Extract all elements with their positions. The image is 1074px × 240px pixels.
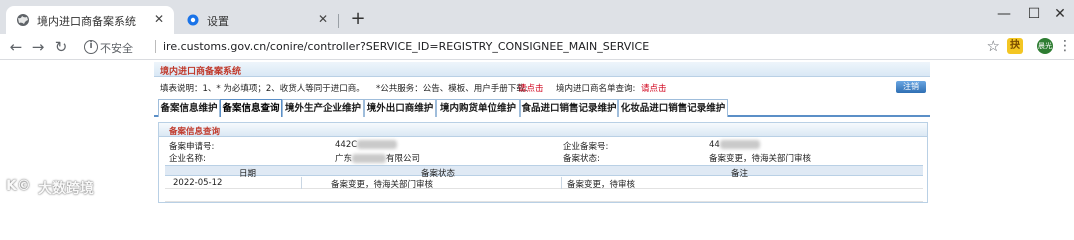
tab-overseas-manufacturer[interactable]: 境外生产企业维护	[282, 99, 364, 117]
notice-bar: 填表说明：1、* 为必填项；2、收货人等同于进口商。 *公共服务：公告、模板、用…	[154, 78, 930, 96]
redacted-block	[352, 154, 387, 163]
browser-tab-settings[interactable]: 设置 ✕	[176, 6, 338, 34]
status-label: 备案状态:	[563, 154, 600, 164]
browser-toolbar: ← → ↻ i 不安全 ire.customs.gov.cn/conire/co…	[0, 34, 1074, 60]
minimize-button[interactable]: —	[990, 4, 1018, 24]
forward-button[interactable]: →	[28, 37, 48, 57]
tab-overseas-exporter[interactable]: 境外出口商维护	[364, 99, 436, 117]
tab-divider	[338, 14, 339, 28]
logout-button[interactable]: 注销	[896, 81, 926, 93]
redacted-block	[719, 140, 760, 149]
notice-instructions: 填表说明：1、* 为必填项；2、收货人等同于进口商。	[160, 84, 365, 94]
security-status[interactable]: 不安全	[100, 40, 133, 56]
page-title: 境内进口商备案系统	[160, 67, 242, 77]
cell-date: 2022-05-12	[173, 178, 223, 188]
address-bar[interactable]: i 不安全 ire.customs.gov.cn/conire/controll…	[78, 36, 1000, 58]
panel-header: 备案信息查询	[159, 123, 927, 137]
cell-status: 备案变更，待海关部门审核	[331, 180, 434, 190]
back-button[interactable]: ←	[6, 37, 26, 57]
application-no-value: 442C	[335, 140, 398, 150]
cell-remark: 备案变更，待审核	[567, 180, 636, 190]
browser-tab-active[interactable]: 境内进口商备案系统 ✕	[6, 6, 174, 34]
tab-title: 设置	[207, 15, 229, 28]
status-value: 备案变更，待海关部门审核	[709, 154, 812, 164]
gear-icon	[187, 14, 199, 26]
browser-tabstrip: 境内进口商备案系统 ✕ 设置 ✕ + — ☐ ✕	[0, 0, 1074, 34]
company-no-label: 企业备案号:	[563, 142, 609, 152]
tab-record-maintain[interactable]: 备案信息维护	[158, 99, 220, 117]
table-row-cutoff	[165, 190, 923, 202]
company-name-label: 企业名称:	[169, 154, 206, 164]
extension-icon[interactable]: 抉	[1007, 38, 1023, 54]
redacted-block	[357, 140, 398, 149]
tab-close-icon[interactable]: ✕	[316, 12, 330, 26]
panel-title: 备案信息查询	[169, 127, 221, 137]
company-no-value: 44	[709, 140, 760, 150]
omnibox-divider	[155, 40, 156, 53]
page-header: 境内进口商备案系统	[154, 62, 930, 77]
history-table-header: 日期 备案状态 备注	[165, 165, 923, 179]
table-row: 2022-05-12 备案变更，待海关部门审核 备案变更，待审核	[165, 177, 923, 190]
tab-food-sales-record[interactable]: 食品进口销售记录维护	[520, 99, 618, 117]
watermark-text: 大数跨境	[38, 181, 94, 197]
bookmark-star-icon[interactable]: ☆	[987, 37, 1000, 55]
watermark: K© 大数跨境	[6, 176, 116, 198]
notice-list-query: 境内进口商名单查询:	[556, 84, 636, 94]
menu-icon[interactable]: ⋮	[1058, 37, 1072, 55]
company-name-value: 广东 有限公司	[335, 154, 421, 164]
profile-avatar[interactable]: 晨光	[1037, 38, 1053, 54]
info-icon[interactable]: i	[84, 40, 98, 54]
tab-domestic-buyer[interactable]: 境内购货单位维护	[436, 99, 520, 117]
application-no-label: 备案申请号:	[169, 142, 215, 152]
tab-title: 境内进口商备案系统	[37, 15, 136, 28]
tab-cosmetics-sales-record[interactable]: 化妆品进口销售记录维护	[618, 99, 728, 117]
new-tab-button[interactable]: +	[348, 9, 368, 29]
record-query-panel: 备案信息查询 备案申请号: 442C 企业备案号: 44 企业名称: 广东 有限公…	[158, 122, 928, 203]
tab-close-icon[interactable]: ✕	[152, 12, 166, 26]
tab-record-query[interactable]: 备案信息查询	[220, 99, 282, 117]
maximize-button[interactable]: ☐	[1020, 4, 1048, 24]
globe-icon	[17, 14, 29, 26]
column-divider	[301, 177, 302, 189]
close-window-button[interactable]: ✕	[1046, 4, 1074, 24]
reload-button[interactable]: ↻	[51, 37, 71, 57]
watermark-logo-icon: K©	[6, 178, 31, 194]
notice-public-service: *公共服务：公告、模板、用户手册下载:	[376, 84, 528, 94]
list-query-link[interactable]: 请点击	[641, 82, 667, 94]
page-content: 境内进口商备案系统 填表说明：1、* 为必填项；2、收货人等同于进口商。 *公共…	[154, 62, 930, 203]
download-link[interactable]: 请点击	[518, 82, 544, 94]
page-tabs: 备案信息维护 备案信息查询 境外生产企业维护 境外出口商维护 境内购货单位维护 …	[154, 99, 930, 117]
url-text[interactable]: ire.customs.gov.cn/conire/controller?SER…	[163, 40, 649, 53]
column-divider	[561, 177, 562, 189]
